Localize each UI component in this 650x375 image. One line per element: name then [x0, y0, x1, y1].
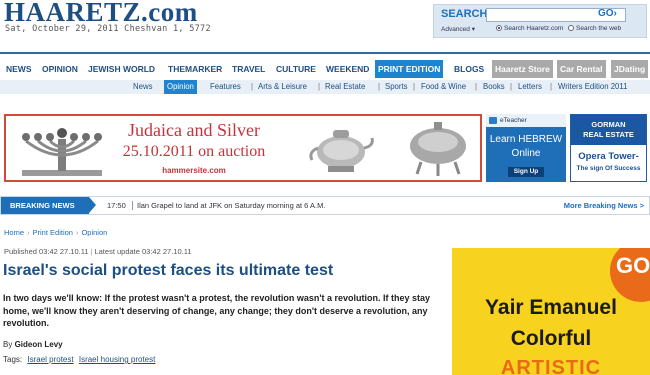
author-name[interactable]: Gideon Levy — [15, 340, 63, 349]
judaica-ad-title: Judaica and Silver — [128, 120, 260, 140]
nav-haaretz-store[interactable]: Haaretz Store — [492, 60, 553, 78]
subnav-separator: | — [413, 82, 416, 91]
silver-teapot-image — [309, 130, 374, 172]
nav-jdating[interactable]: JDating — [611, 60, 649, 78]
main-nav: NEWS OPINION JEWISH WORLD THEMARKER TRAV… — [0, 60, 650, 78]
breaking-news-time: 17:50 — [107, 201, 126, 210]
publish-info: Published 03:42 27.10.11 | Latest update 0… — [4, 247, 192, 256]
updated-time: Latest update 03:42 27.10.11 — [94, 247, 192, 256]
nav-print-edition[interactable]: PRINT EDITION — [375, 60, 444, 78]
subnav-sports[interactable]: Sports — [385, 80, 408, 94]
subnav-letters[interactable]: Letters — [518, 80, 542, 94]
learn-hebrew-ad[interactable]: eTeacher Learn HEBREW Online Sign Up — [486, 114, 566, 182]
article-tags: Tags: Israel protest Israel housing prot… — [3, 355, 155, 364]
subnav-separator: | — [475, 82, 478, 91]
eteacher-brand: eTeacher — [486, 114, 566, 127]
advanced-search-link[interactable]: Advanced ▾ — [441, 25, 475, 33]
judaica-ad-banner[interactable]: Judaica and Silver 25.10.2011 on auction… — [4, 114, 482, 182]
nav-weekend[interactable]: WEEKEND — [326, 60, 369, 78]
subnav-arts-leisure[interactable]: Arts & Leisure — [258, 80, 307, 94]
yair-ad-line2: Colorful — [510, 327, 592, 350]
subnav-food-wine[interactable]: Food & Wine — [421, 80, 466, 94]
nav-news[interactable]: NEWS — [6, 60, 32, 78]
dateline: Sat, October 29, 2011 Cheshvan 1, 5772 — [5, 24, 211, 34]
yair-emanuel-ad[interactable]: GO Yair Emanuel Colorful ARTISTIC — [452, 248, 650, 375]
judaica-ad-date: 25.10.2011 on auction — [122, 143, 266, 160]
byline-prefix: By — [3, 340, 13, 349]
nav-culture[interactable]: CULTURE — [276, 60, 316, 78]
nav-divider — [0, 52, 650, 54]
yair-ad-line1: Yair Emanuel — [485, 296, 617, 319]
search-option-web[interactable]: Search the web — [568, 25, 621, 32]
gorman-brand: GORMAN — [591, 120, 626, 129]
nav-travel[interactable]: TRAVEL — [232, 60, 265, 78]
menorah-image — [22, 128, 102, 176]
published-time: Published 03:42 27.10.11 — [4, 247, 89, 256]
gorman-slogan: The sign Of Success — [576, 165, 641, 172]
subnav-separator: | — [510, 82, 513, 91]
breadcrumb: Home › Print Edition › Opinion — [4, 228, 107, 237]
nav-car-rental[interactable]: Car Rental — [557, 60, 606, 78]
gorman-header: GORMAN REAL ESTATE — [571, 115, 646, 145]
tag-link[interactable]: Israel protest — [27, 355, 73, 364]
search-option-haaretz[interactable]: Search Haaretz.com — [496, 25, 563, 32]
subnav-separator: | — [550, 82, 553, 91]
hebrew-signup-button[interactable]: Sign Up — [508, 167, 544, 177]
yair-ad-line3: ARTISTIC — [500, 357, 602, 375]
radio-selected-icon[interactable] — [496, 25, 502, 31]
breaking-news-separator — [132, 201, 133, 210]
breaking-news-bar: BREAKING NEWS 17:50 Ilan Grapel to land … — [0, 196, 650, 215]
tags-label: Tags: — [3, 355, 23, 364]
article-summary: In two days we'll know: If the protest w… — [3, 293, 430, 328]
subnav-separator: | — [318, 82, 321, 91]
site-header: HAARETZ.com Sat, October 29, 2011 Cheshv… — [0, 0, 650, 46]
go-badge-text: GO — [616, 253, 650, 278]
nav-jewish-world[interactable]: JEWISH WORLD — [88, 60, 155, 78]
gorman-project-name: Opera Tower- — [578, 151, 639, 162]
breaking-news-headline[interactable]: Ilan Grapel to land at JFK on Saturday m… — [137, 197, 325, 214]
breadcrumb-chevron-icon: › — [27, 228, 30, 237]
radio-icon[interactable] — [568, 25, 574, 31]
subnav-features[interactable]: Features — [210, 80, 241, 94]
nav-opinion[interactable]: OPINION — [42, 60, 78, 78]
subnav-news[interactable]: News — [133, 80, 153, 94]
subnav-opinion[interactable]: Opinion — [164, 80, 197, 94]
breadcrumb-chevron-icon: › — [75, 228, 79, 237]
subnav-writers-edition[interactable]: Writers Edition 2011 — [558, 80, 627, 94]
sub-nav: News Opinion Features | Arts & Leisure |… — [0, 80, 650, 94]
subnav-books[interactable]: Books — [483, 80, 505, 94]
breaking-news-label: BREAKING NEWS — [1, 197, 96, 214]
subnav-separator: | — [251, 82, 254, 91]
silver-bowl-image — [410, 122, 466, 176]
nav-blogs[interactable]: BLOGS — [454, 60, 484, 78]
hebrew-ad-line1: Learn HEBREW — [489, 134, 563, 145]
breadcrumb-print-edition[interactable]: Print Edition — [33, 228, 73, 237]
breadcrumb-home[interactable]: Home — [4, 228, 24, 237]
search-option-haaretz-label: Search Haaretz.com — [504, 25, 564, 32]
subnav-real-estate[interactable]: Real Estate — [325, 80, 365, 94]
breadcrumb-opinion[interactable]: Opinion — [81, 228, 107, 237]
search-box: SEARCH GO› Advanced ▾ Search Haaretz.com… — [433, 4, 647, 38]
article-byline: By Gideon Levy — [3, 340, 63, 349]
hebrew-ad-line2: Online — [511, 148, 541, 159]
publish-separator: | — [90, 247, 93, 256]
gorman-subbrand: REAL ESTATE — [583, 130, 634, 139]
judaica-ad-site: hammersite.com — [162, 166, 226, 175]
article-headline: Israel's social protest faces its ultima… — [3, 262, 334, 279]
subnav-separator: | — [378, 82, 381, 91]
search-option-web-label: Search the web — [576, 25, 622, 32]
tag-link[interactable]: Israel housing protest — [79, 355, 156, 364]
search-go-button[interactable]: GO› — [598, 8, 617, 19]
more-breaking-news-link[interactable]: More Breaking News > — [564, 197, 644, 214]
gorman-real-estate-ad[interactable]: GORMAN REAL ESTATE Opera Tower- The sign… — [570, 114, 647, 182]
search-label: SEARCH — [441, 8, 488, 20]
nav-themarker[interactable]: THEMARKER — [168, 60, 222, 78]
